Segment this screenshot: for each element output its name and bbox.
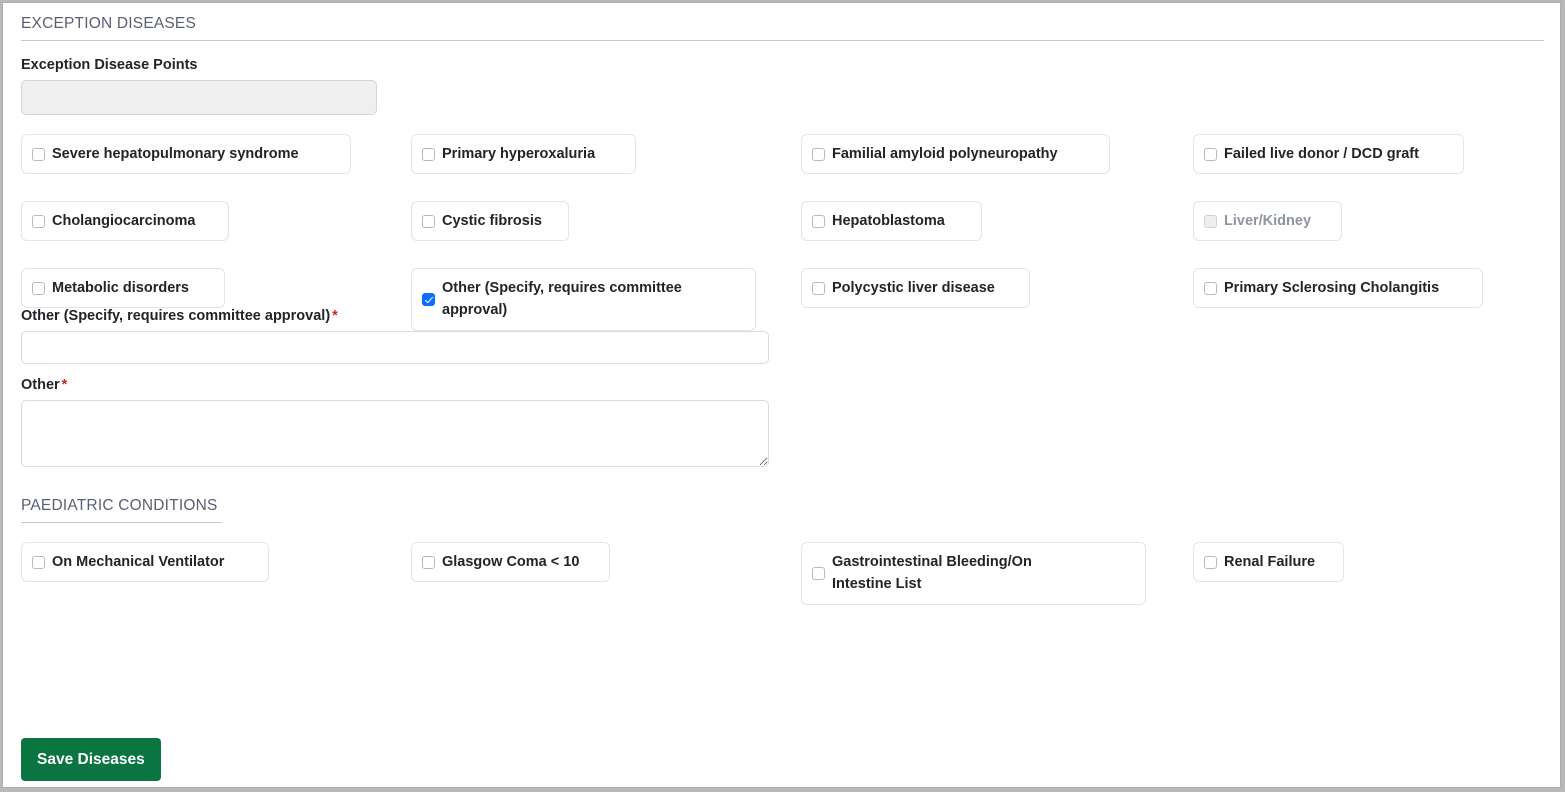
other-specify-input[interactable] — [21, 331, 769, 364]
other-specify-label: Other (Specify, requires committee appro… — [21, 308, 1560, 324]
checkbox-unchecked-icon[interactable] — [422, 555, 435, 569]
checkbox-unchecked-icon[interactable] — [32, 214, 45, 228]
checkbox-label: Liver/Kidney — [1224, 213, 1312, 229]
checkbox-label: Cholangiocarcinoma — [52, 213, 196, 229]
checkbox-unchecked-icon[interactable] — [1204, 281, 1217, 295]
checkbox-unchecked-icon[interactable] — [812, 214, 825, 228]
checkbox-label: Polycystic liver disease — [832, 280, 995, 296]
other-required-marker: * — [61, 377, 68, 393]
checkbox-item[interactable]: Renal Failure — [1193, 542, 1344, 583]
checkbox-item[interactable]: Failed live donor / DCD graft — [1193, 134, 1464, 175]
checkbox-unchecked-icon[interactable] — [812, 281, 825, 295]
other-specify-label-text: Other (Specify, requires committee appro… — [21, 308, 331, 324]
checkbox-label: Primary hyperoxaluria — [442, 146, 596, 162]
checkbox-label: Renal Failure — [1224, 554, 1316, 570]
checkbox-checked-icon[interactable] — [422, 292, 435, 306]
checkbox-item[interactable]: Cholangiocarcinoma — [21, 201, 229, 242]
checkbox-label: Gastrointestinal Bleeding/On Intestine L… — [832, 554, 1032, 593]
other-specify-required-marker: * — [332, 308, 338, 324]
checkbox-label: Failed live donor / DCD graft — [1224, 146, 1419, 162]
other-label: Other * — [21, 377, 1560, 393]
checkbox-item[interactable]: On Mechanical Ventilator — [21, 542, 269, 583]
checkbox-item[interactable]: Other (Specify, requires committee appro… — [411, 268, 756, 331]
checkbox-label: Cystic fibrosis — [442, 213, 542, 229]
checkbox-item[interactable]: Primary Sclerosing Cholangitis — [1193, 268, 1483, 309]
checkbox-label: Hepatoblastoma — [832, 213, 945, 229]
section-heading-paediatric-conditions: PAEDIATRIC CONDITIONS — [21, 497, 222, 523]
checkbox-unchecked-icon — [1204, 214, 1217, 228]
exception-disease-points-label: Exception Disease Points — [21, 57, 198, 73]
checkbox-unchecked-icon[interactable] — [1204, 555, 1217, 569]
form-panel: EXCEPTION DISEASES Exception Disease Poi… — [2, 2, 1561, 788]
checkbox-item[interactable]: Metabolic disorders — [21, 268, 225, 309]
checkbox-item[interactable]: Primary hyperoxaluria — [411, 134, 636, 175]
checkbox-item[interactable]: Glasgow Coma < 10 — [411, 542, 610, 583]
checkbox-item[interactable]: Polycystic liver disease — [801, 268, 1030, 309]
checkbox-unchecked-icon[interactable] — [32, 281, 45, 295]
checkbox-item[interactable]: Severe hepatopulmonary syndrome — [21, 134, 351, 175]
other-label-text: Other — [21, 377, 60, 393]
exception-disease-points-input[interactable] — [21, 80, 377, 115]
checkbox-unchecked-icon[interactable] — [422, 147, 435, 161]
checkbox-unchecked-icon[interactable] — [812, 147, 825, 161]
checkbox-item[interactable]: Hepatoblastoma — [801, 201, 982, 242]
checkbox-unchecked-icon[interactable] — [812, 566, 825, 580]
checkbox-unchecked-icon[interactable] — [1204, 147, 1217, 161]
checkbox-label: Primary Sclerosing Cholangitis — [1224, 280, 1440, 296]
checkbox-label: Familial amyloid polyneuropathy — [832, 146, 1058, 162]
checkbox-label: Metabolic disorders — [52, 280, 189, 296]
checkbox-item: Liver/Kidney — [1193, 201, 1342, 242]
checkbox-item[interactable]: Cystic fibrosis — [411, 201, 569, 242]
checkbox-label: Glasgow Coma < 10 — [442, 554, 580, 570]
checkbox-label: On Mechanical Ventilator — [52, 554, 225, 570]
section-heading-exception-diseases: EXCEPTION DISEASES — [21, 15, 1544, 41]
exception-disease-checkbox-grid: Severe hepatopulmonary syndrome Primary h… — [21, 134, 1560, 331]
checkbox-item[interactable]: Familial amyloid polyneuropathy — [801, 134, 1110, 175]
checkbox-label: Severe hepatopulmonary syndrome — [52, 146, 299, 162]
save-diseases-button[interactable]: Save Diseases — [21, 738, 161, 781]
checkbox-unchecked-icon[interactable] — [32, 555, 45, 569]
checkbox-unchecked-icon[interactable] — [422, 214, 435, 228]
paediatric-conditions-checkbox-grid: On Mechanical Ventilator Glasgow Coma < 1… — [21, 542, 1560, 612]
checkbox-label: Other (Specify, requires committee appro… — [442, 280, 682, 319]
checkbox-item[interactable]: Gastrointestinal Bleeding/On Intestine L… — [801, 542, 1146, 605]
other-textarea[interactable] — [21, 400, 769, 467]
checkbox-unchecked-icon[interactable] — [32, 147, 45, 161]
